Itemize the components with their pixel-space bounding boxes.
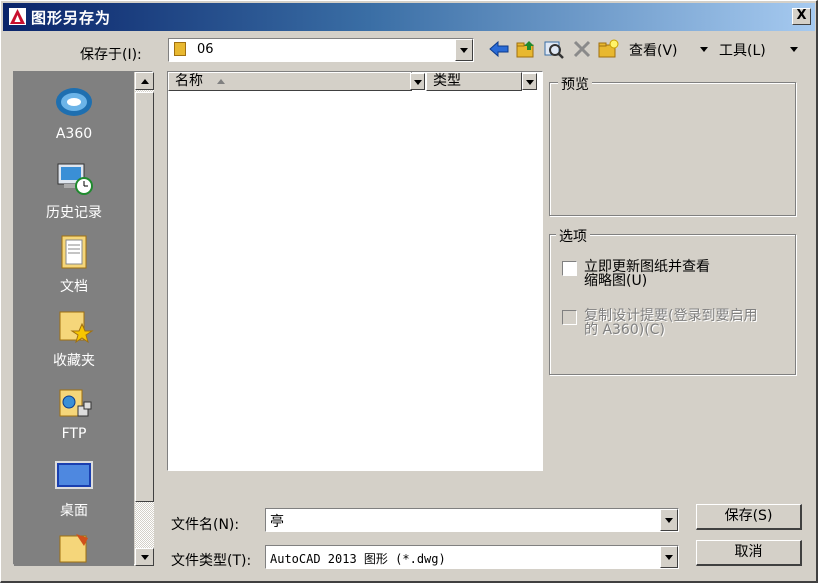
desktop-icon xyxy=(54,456,94,496)
favorites-icon xyxy=(54,306,94,346)
place-label: 收藏夹 xyxy=(53,353,95,369)
chevron-down-icon xyxy=(665,555,673,560)
a360-icon xyxy=(54,82,94,122)
option-line: 缩略图(U) xyxy=(584,273,648,289)
cancel-button[interactable]: 取消 xyxy=(696,540,802,566)
save-in-value: 06 xyxy=(197,42,214,57)
place-label: 文档 xyxy=(60,279,88,295)
documents-icon xyxy=(54,232,94,272)
chevron-down-icon xyxy=(526,80,534,85)
autocad-logo-icon xyxy=(9,8,26,25)
folder-icon xyxy=(174,42,186,56)
up-folder-icon[interactable] xyxy=(515,39,537,59)
file-name-label: 文件名(N): xyxy=(171,517,240,533)
place-label: 历史记录 xyxy=(46,205,102,221)
search-web-icon[interactable] xyxy=(543,39,565,59)
update-thumbnail-label[interactable]: 立即更新图纸并查看 缩略图(U) xyxy=(584,260,710,288)
type-column-filter-button[interactable] xyxy=(522,73,537,90)
new-folder-icon[interactable] xyxy=(597,39,619,59)
close-icon: X xyxy=(796,8,807,23)
chevron-down-icon xyxy=(460,48,468,53)
delete-icon[interactable] xyxy=(571,39,593,59)
save-as-dialog: 图形另存为 X 保存于(I): 06 查看(V) 工具(L) A360 历史记录… xyxy=(0,0,818,583)
tools-menu-button[interactable]: 工具(L) xyxy=(719,40,766,60)
copy-design-feed-checkbox xyxy=(562,310,577,325)
place-more[interactable] xyxy=(14,528,134,564)
places-scrollbar[interactable] xyxy=(135,72,154,566)
save-in-combo[interactable]: 06 xyxy=(168,38,474,62)
file-name-value: 亭 xyxy=(270,514,284,530)
preview-label: 预览 xyxy=(558,74,592,94)
place-label: A360 xyxy=(55,126,93,142)
column-header-name[interactable]: 名称 xyxy=(168,72,412,91)
file-type-select[interactable]: AutoCAD 2013 图形 (*.dwg) xyxy=(265,545,679,569)
scroll-up-button[interactable] xyxy=(135,72,154,90)
place-a360[interactable]: A360 xyxy=(14,82,134,142)
places-bar: A360 历史记录 文档 收藏夹 FTP 桌面 xyxy=(13,71,154,566)
file-name-input[interactable]: 亭 xyxy=(265,508,679,532)
place-ftp[interactable]: FTP xyxy=(14,382,134,442)
tools-dropdown-icon[interactable] xyxy=(700,47,708,52)
save-in-dropdown-button[interactable] xyxy=(455,39,473,61)
name-column-filter-button[interactable] xyxy=(410,73,425,90)
option-line: 复制设计提要(登录到要启用 xyxy=(584,308,758,324)
place-favorites[interactable]: 收藏夹 xyxy=(14,306,134,370)
column-label: 类型 xyxy=(433,73,461,89)
place-documents[interactable]: 文档 xyxy=(14,232,134,296)
place-desktop[interactable]: 桌面 xyxy=(14,456,134,520)
back-arrow-icon[interactable] xyxy=(488,39,510,59)
options-label: 选项 xyxy=(556,226,590,246)
tools-more-dropdown-icon[interactable] xyxy=(790,47,798,52)
dialog-title: 图形另存为 xyxy=(31,9,112,27)
file-type-dropdown-button[interactable] xyxy=(660,546,678,568)
view-menu-button[interactable]: 查看(V) xyxy=(629,40,678,60)
title-bar[interactable]: 图形另存为 X xyxy=(3,3,815,31)
option-line: 的 A360)(C) xyxy=(584,322,665,338)
column-header-type[interactable]: 类型 xyxy=(426,72,522,91)
scroll-down-button[interactable] xyxy=(135,548,154,566)
ftp-icon xyxy=(54,382,94,422)
history-icon xyxy=(54,158,94,198)
scroll-thumb[interactable] xyxy=(135,92,154,502)
copy-design-feed-label: 复制设计提要(登录到要启用 的 A360)(C) xyxy=(584,309,757,337)
places-panel: A360 历史记录 文档 收藏夹 FTP 桌面 xyxy=(14,72,134,566)
arrow-up-icon xyxy=(141,79,149,84)
chevron-down-icon xyxy=(414,80,422,85)
sort-asc-icon xyxy=(217,78,226,84)
options-group: 选项 立即更新图纸并查看 缩略图(U) 复制设计提要(登录到要启用 的 A360… xyxy=(549,226,796,375)
file-list[interactable]: 名称 类型 xyxy=(167,71,543,471)
folder-icon xyxy=(54,528,94,564)
chevron-down-icon xyxy=(665,518,673,523)
column-label: 名称 xyxy=(175,73,203,89)
file-type-value: AutoCAD 2013 图形 (*.dwg) xyxy=(270,552,446,566)
file-name-dropdown-button[interactable] xyxy=(660,509,678,531)
save-in-label: 保存于(I): xyxy=(80,47,142,63)
arrow-down-icon xyxy=(141,555,149,560)
place-label: 桌面 xyxy=(60,503,88,519)
place-history[interactable]: 历史记录 xyxy=(14,158,134,222)
place-label: FTP xyxy=(61,426,87,442)
file-type-label: 文件类型(T): xyxy=(171,553,252,569)
preview-group: 预览 xyxy=(549,74,796,216)
update-thumbnail-checkbox[interactable] xyxy=(562,261,577,276)
save-button[interactable]: 保存(S) xyxy=(696,504,802,530)
option-line: 立即更新图纸并查看 xyxy=(584,259,710,275)
close-button[interactable]: X xyxy=(792,8,811,25)
